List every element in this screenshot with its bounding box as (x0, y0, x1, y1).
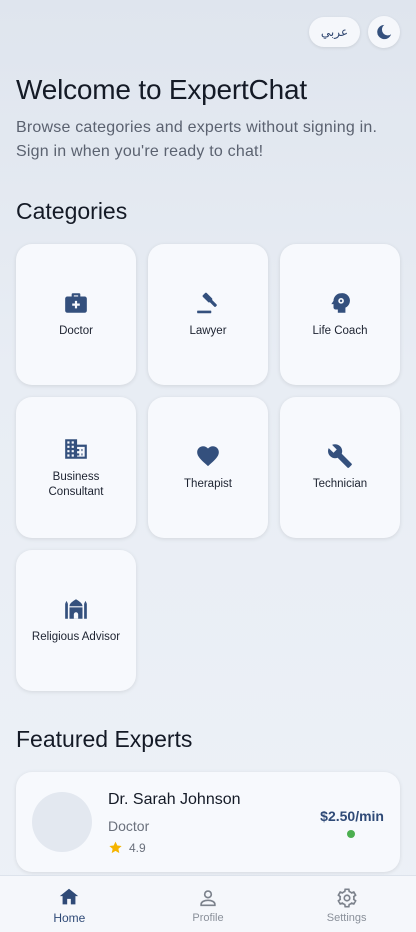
avatar (32, 792, 92, 852)
category-label: Lawyer (189, 325, 227, 337)
category-card-therapist[interactable]: Therapist (148, 397, 268, 538)
category-label: Business Consultant (48, 470, 104, 498)
page-title: Welcome to ExpertChat (16, 74, 307, 105)
top-bar: عربي (308, 16, 400, 48)
head-gear-icon (327, 290, 353, 316)
nav-item-settings[interactable]: Settings (277, 876, 416, 932)
category-label: Doctor (59, 325, 93, 337)
welcome-subtitle: Browse categories and experts without si… (16, 119, 378, 160)
online-status-dot (347, 830, 355, 838)
category-card-business-consultant[interactable]: Business Consultant (16, 397, 136, 538)
medical-bag-icon (63, 290, 89, 316)
expert-rating: 4.9 (108, 840, 146, 855)
category-label: Religious Advisor (31, 631, 121, 643)
expert-price: $2.50/min (320, 808, 384, 824)
category-card-religious-advisor[interactable]: Religious Advisor (16, 550, 136, 691)
nav-label: Home (53, 910, 86, 925)
featured-experts-heading: Featured Experts (16, 726, 193, 752)
expert-name: Dr. Sarah Johnson (108, 791, 241, 808)
expert-role: Doctor (108, 818, 150, 834)
expert-card[interactable]: Dr. Sarah Johnson Doctor 4.9 $2.50/min (16, 772, 400, 872)
home-icon (60, 888, 79, 904)
categories-heading: Categories (16, 198, 128, 224)
gear-icon (336, 887, 357, 908)
moon-icon (377, 24, 392, 40)
category-card-life-coach[interactable]: Life Coach (280, 244, 400, 385)
rating-value: 4.9 (129, 840, 146, 855)
nav-item-home[interactable]: Home (0, 876, 139, 932)
category-label: Life Coach (312, 325, 368, 337)
mosque-icon (63, 596, 89, 622)
wrench-icon (327, 443, 353, 469)
welcome-section: Welcome to ExpertChat Browse categories … (16, 74, 400, 164)
language-toggle-button[interactable]: عربي (308, 17, 360, 47)
category-label: Therapist (184, 478, 232, 490)
category-card-technician[interactable]: Technician (280, 397, 400, 538)
person-icon (200, 889, 216, 906)
nav-label: Profile (192, 911, 224, 924)
theme-toggle-button[interactable] (368, 16, 400, 48)
category-card-doctor[interactable]: Doctor (16, 244, 136, 385)
category-card-lawyer[interactable]: Lawyer (148, 244, 268, 385)
category-label: Technician (312, 478, 368, 490)
nav-item-profile[interactable]: Profile (139, 876, 278, 932)
gavel-icon (195, 290, 221, 316)
bottom-navigation: Home Profile Settings (0, 875, 416, 932)
building-icon (63, 436, 89, 462)
nav-label: Settings (326, 911, 367, 924)
heart-icon (195, 443, 221, 469)
star-icon (109, 841, 122, 854)
